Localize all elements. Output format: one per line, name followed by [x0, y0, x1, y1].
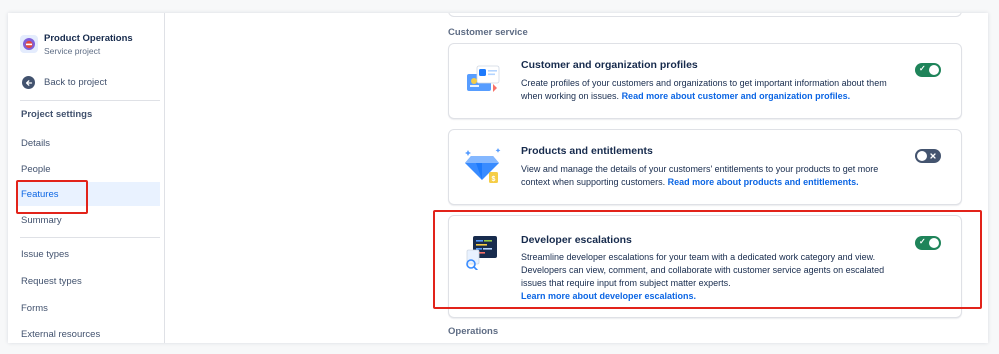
feature-toggle[interactable] — [915, 149, 941, 163]
project-header: Product Operations Service project — [20, 33, 133, 56]
feature-card-description: View and manage the details of your cust… — [521, 163, 893, 189]
project-logo-icon — [23, 38, 35, 50]
back-to-project-link[interactable]: Back to project — [22, 76, 107, 89]
sidebar-item-label: Forms — [21, 302, 48, 314]
feature-card-description-text: Streamline developer escalations for you… — [521, 252, 885, 288]
customer-profiles-icon — [467, 65, 500, 92]
sidebar-item-people[interactable]: People — [16, 157, 160, 181]
read-more-link[interactable]: Read more about customer and organizatio… — [622, 91, 851, 101]
sidebar-item-label: Issue types — [21, 248, 70, 260]
project-avatar — [20, 35, 38, 53]
feature-card-description: Create profiles of your customers and or… — [521, 77, 893, 103]
back-to-project-label: Back to project — [44, 77, 107, 88]
main-content: Customer service Customer and organizati… — [166, 13, 988, 343]
feature-card-title: Products and entitlements — [521, 145, 653, 157]
sidebar-item-label: Request types — [21, 275, 82, 287]
sidebar-item-issue-types[interactable]: Issue types — [16, 242, 160, 266]
project-name: Product Operations — [44, 33, 133, 44]
sidebar-section-title: Project settings — [21, 109, 93, 120]
sidebar-item-label: Details — [21, 137, 51, 149]
feature-toggle[interactable]: ✓ — [915, 236, 941, 250]
feature-card-products-entitlements: $ Products and entitlements View and man… — [448, 129, 962, 205]
feature-toggle[interactable]: ✓ — [915, 63, 941, 77]
group-label-operations: Operations — [448, 326, 499, 337]
sidebar-item-features[interactable]: Features — [16, 182, 160, 206]
toggle-knob — [929, 65, 939, 75]
sidebar-item-summary[interactable]: Summary — [16, 208, 160, 232]
sidebar-item-label: Features — [21, 188, 59, 200]
previous-feature-card — [448, 13, 962, 17]
app-frame: Product Operations Service project Back … — [8, 13, 988, 343]
close-icon — [930, 153, 936, 159]
check-icon: ✓ — [919, 64, 926, 73]
sidebar-item-label: Summary — [21, 214, 62, 226]
sidebar-item-label: People — [21, 163, 51, 175]
arrow-left-icon — [22, 76, 35, 89]
feature-card-description: Streamline developer escalations for you… — [521, 251, 893, 303]
sidebar-divider — [20, 100, 160, 101]
sidebar-item-external-resources[interactable]: External resources — [16, 322, 160, 343]
learn-more-link[interactable]: Learn more about developer escalations. — [521, 291, 696, 301]
group-label-customer-service: Customer service — [448, 27, 528, 38]
sidebar: Product Operations Service project Back … — [8, 13, 165, 343]
feature-card-title: Developer escalations — [521, 234, 632, 246]
toggle-knob — [917, 151, 927, 161]
feature-card-title: Customer and organization profiles — [521, 59, 698, 71]
check-icon: ✓ — [919, 237, 926, 246]
sidebar-item-forms[interactable]: Forms — [16, 296, 160, 320]
project-type: Service project — [44, 46, 101, 56]
products-entitlements-icon: $ — [465, 148, 501, 183]
svg-text:$: $ — [492, 176, 496, 183]
sidebar-item-details[interactable]: Details — [16, 131, 160, 155]
developer-escalations-icon — [466, 236, 497, 270]
read-more-link[interactable]: Read more about products and entitlement… — [668, 177, 859, 187]
feature-card-customer-profiles: Customer and organization profiles Creat… — [448, 43, 962, 119]
sidebar-divider — [20, 237, 160, 238]
feature-card-developer-escalations: Developer escalations Streamline develop… — [448, 215, 962, 318]
toggle-knob — [929, 238, 939, 248]
sidebar-item-request-types[interactable]: Request types — [16, 269, 160, 293]
sidebar-item-label: External resources — [21, 328, 101, 340]
